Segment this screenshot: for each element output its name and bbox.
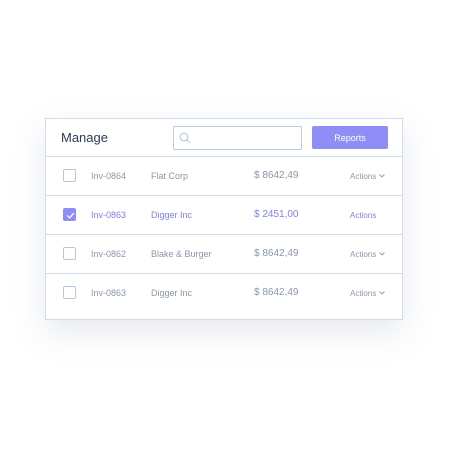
search-field[interactable] — [173, 126, 302, 150]
reports-button[interactable]: Reports — [312, 126, 388, 149]
table-row[interactable]: Inv-0864 Flat Corp $ 8642,49 Actions — [46, 157, 402, 196]
company-name: Blake & Burger — [151, 249, 212, 259]
card-header: Manage Reports — [46, 119, 402, 157]
invoice-id: Inv-0862 — [91, 249, 127, 259]
invoice-id: Inv-0863 — [91, 210, 127, 220]
invoice-id: Inv-0864 — [91, 171, 127, 181]
actions-dropdown[interactable]: Actions — [350, 289, 386, 298]
actions-dropdown[interactable]: Actions — [350, 250, 386, 259]
actions-dropdown[interactable]: Actions — [350, 211, 376, 220]
chevron-down-icon — [379, 252, 386, 256]
actions-label: Actions — [350, 211, 377, 220]
table-row[interactable]: Inv-0863 Digger Inc $ 8642,49 Actions — [46, 274, 402, 313]
invoice-amount: $ 8642,49 — [254, 248, 299, 259]
page-title: Manage — [61, 130, 108, 145]
table-row[interactable]: Inv-0863 Digger Inc $ 2451,00 Actions — [46, 196, 402, 235]
table-row[interactable]: Inv-0862 Blake & Burger $ 8642,49 Action… — [46, 235, 402, 274]
company-name: Flat Corp — [151, 171, 189, 181]
row-checkbox[interactable] — [63, 169, 76, 182]
invoice-amount: $ 8642,49 — [254, 287, 299, 298]
invoice-amount: $ 2451,00 — [254, 209, 299, 220]
actions-label: Actions — [350, 289, 377, 298]
row-checkbox[interactable] — [63, 286, 76, 299]
search-input[interactable] — [194, 127, 294, 149]
invoice-id: Inv-0863 — [91, 288, 127, 298]
manage-card: Manage Reports Inv-0864 Flat Corp $ 8642… — [45, 118, 403, 320]
check-icon — [66, 212, 75, 219]
chevron-down-icon — [379, 174, 386, 178]
search-icon — [179, 132, 191, 144]
company-name: Digger Inc — [151, 288, 193, 298]
chevron-down-icon — [379, 291, 386, 295]
company-name: Digger Inc — [151, 210, 193, 220]
actions-label: Actions — [350, 172, 377, 181]
actions-dropdown[interactable]: Actions — [350, 172, 386, 181]
row-checkbox[interactable] — [63, 247, 76, 260]
actions-label: Actions — [350, 250, 377, 259]
row-checkbox[interactable] — [63, 208, 76, 221]
invoice-amount: $ 8642,49 — [254, 170, 299, 181]
